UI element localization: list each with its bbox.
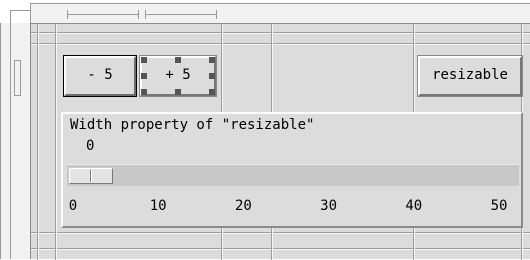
slider-title: Width property of "resizable" [70,117,315,133]
slider-value: 0 [86,138,95,154]
width-slider-panel: Width property of "resizable" 0 0 10 20 30 4… [61,112,523,228]
designer-canvas: - 5 + 5 resizable Width property of "res… [0,0,530,260]
selection-handle-icon[interactable] [141,89,147,95]
slider-tick-label: 0 [68,198,78,214]
top-ruler [30,3,530,23]
selection-handle-icon[interactable] [141,57,147,63]
slider-thumb[interactable] [69,168,113,184]
slider-tick-label: 40 [405,198,423,214]
slider-track[interactable] [67,164,519,186]
ruler-column-marker [145,10,217,19]
minus-five-button[interactable]: - 5 [64,56,136,96]
slider-tick-label: 50 [490,198,508,214]
slider-tick-labels: 0 10 20 30 40 50 [67,198,519,218]
grid-line [31,33,530,34]
grid-line [38,24,39,260]
grid-line [31,233,530,234]
selection-handle-icon[interactable] [175,57,181,63]
slider-tick-label: 20 [234,198,252,214]
selection-handle-icon[interactable] [209,57,215,63]
selection-handle-icon[interactable] [175,89,181,95]
left-ruler-track [10,10,30,259]
selection-handle-icon[interactable] [209,73,215,79]
slider-tick-label: 10 [149,198,167,214]
grid-line [31,249,530,250]
ruler-row-marker [14,60,21,96]
thumb-grip [91,170,92,182]
layout-panel: - 5 + 5 resizable Width property of "res… [30,23,530,260]
slider-tick-label: 30 [320,198,338,214]
resizable-button[interactable]: resizable [417,55,523,97]
selection-handle-icon[interactable] [209,89,215,95]
grid-line [31,44,530,45]
selection-handle-icon[interactable] [141,73,147,79]
grid-line [56,24,57,260]
ruler-column-marker [67,10,139,19]
